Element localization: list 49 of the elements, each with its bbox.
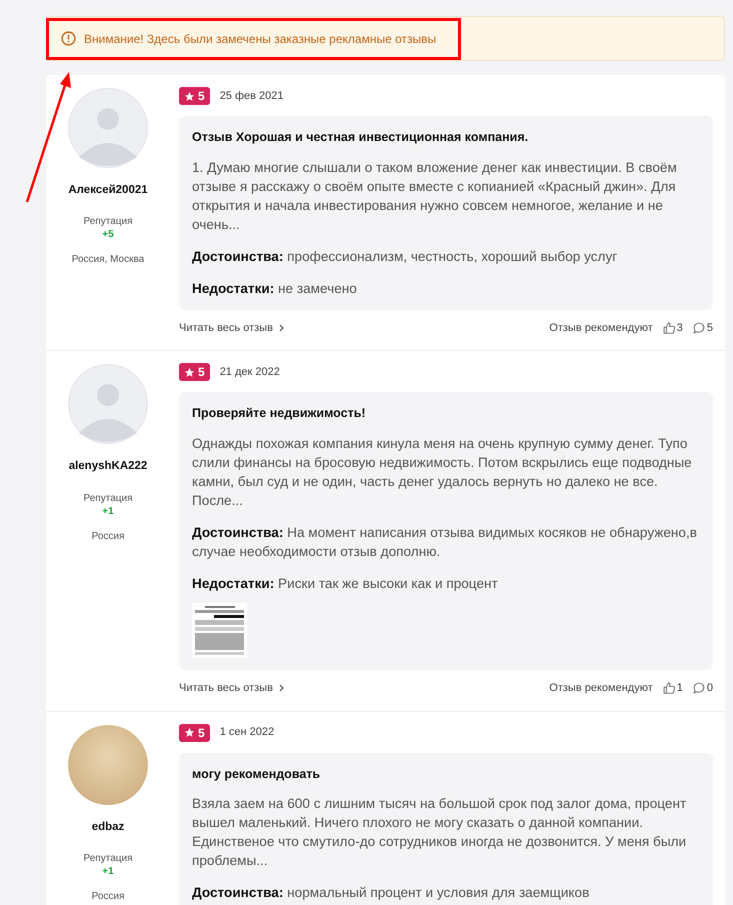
reputation-label: Репутация bbox=[84, 492, 132, 506]
reputation-value: +1 bbox=[102, 506, 114, 516]
like-button[interactable]: 3 bbox=[662, 320, 683, 336]
review-title[interactable]: могу рекомендовать bbox=[192, 764, 700, 784]
star-icon bbox=[184, 727, 195, 738]
comments-button[interactable]: 5 bbox=[692, 320, 713, 336]
pros-cons-text: Достоинства: На момент написания отзыва видимых косяков не обнаружено,в случае необходимости отзыв дополню. bbox=[192, 524, 698, 561]
author-name[interactable]: Алексей20021 bbox=[68, 182, 148, 200]
read-more-link[interactable]: Читать весь отзыв bbox=[179, 320, 284, 336]
chevron-right-icon bbox=[278, 324, 284, 332]
location: Россия bbox=[92, 890, 124, 904]
rating-badge: 5 bbox=[179, 87, 210, 105]
pros-cons-text: Недостатки: не замечено bbox=[192, 280, 358, 298]
reputation-value: +5 bbox=[102, 229, 114, 240]
reputation-label: Репутация bbox=[84, 852, 132, 866]
rating-badge: 5 bbox=[179, 724, 210, 742]
speech-bubble-icon bbox=[692, 322, 705, 334]
like-button[interactable]: 1 bbox=[662, 680, 683, 696]
recommend-label: Отзыв рекомендуют bbox=[549, 681, 653, 696]
reputation-value: +1 bbox=[102, 866, 114, 877]
pros-cons-text: Недостатки: Риски так же высоки как и процент bbox=[192, 575, 499, 593]
thumbs-up-icon bbox=[662, 322, 675, 334]
review-date: 25 фев 2021 bbox=[220, 88, 284, 104]
review-title[interactable]: Проверяйте недвижимость! bbox=[192, 404, 700, 423]
location: Россия, Москва bbox=[72, 253, 144, 268]
review-date: 21 дек 2022 bbox=[220, 365, 280, 380]
review-date: 1 сен 2022 bbox=[220, 725, 274, 740]
warning-text: Внимание! Здесь были замечены заказные рекламные отзывы bbox=[84, 30, 436, 48]
review-title[interactable]: Отзыв Хорошая и честная инвестиционная компания. bbox=[192, 128, 700, 147]
chevron-right-icon bbox=[278, 684, 284, 692]
pros-cons-text: Достоинства: профессионализм, честность, хороший выбор услуг bbox=[192, 248, 618, 266]
thumbs-up-icon bbox=[662, 682, 675, 694]
speech-bubble-icon bbox=[692, 682, 705, 694]
reputation-label: Репутация bbox=[84, 215, 132, 230]
review-text: Взяла заем на 600 с лишним тысяч на большой срок под залог дома, процент вышел маленький. Ничего плохого не могу сказать о данной компании. Единственое что смутило-до сотрудников иногда не дозвонится. У меня были проблемы... bbox=[192, 795, 688, 870]
author-name[interactable]: edbaz bbox=[92, 818, 124, 836]
comments-button[interactable]: 0 bbox=[692, 680, 713, 696]
document-thumbnail[interactable] bbox=[192, 603, 247, 658]
rating-badge: 5 bbox=[179, 363, 210, 382]
star-icon bbox=[184, 90, 195, 102]
review-text: 1. Думаю многие слышали о таком вложение денег как инвестиции. В своём отзыве я расскажу о своём опыте вместе с копианией «Красный джин». Для открытия и начала инвестирования нужно совсем немногое, желание и не очень... bbox=[192, 158, 678, 234]
warning-icon bbox=[61, 31, 76, 46]
star-icon bbox=[184, 366, 195, 378]
location: Россия bbox=[92, 530, 124, 544]
pros-cons-text: Достоинства: нормальный процент и условия для заемщиков bbox=[192, 884, 590, 902]
author-name[interactable]: alenyshKA222 bbox=[68, 458, 148, 476]
review-text: Однажды похожая компания кинула меня на очень крупную сумму денег. Тупо слили финансы на бросовую недвижимость. Потом вскрылись еще подводные камни, был суд и не один, часть денег удалось вернуть но далеко не все. После... bbox=[192, 435, 693, 510]
recommend-label: Отзыв рекомендуют bbox=[549, 320, 653, 336]
read-more-link[interactable]: Читать весь отзыв bbox=[179, 680, 284, 696]
